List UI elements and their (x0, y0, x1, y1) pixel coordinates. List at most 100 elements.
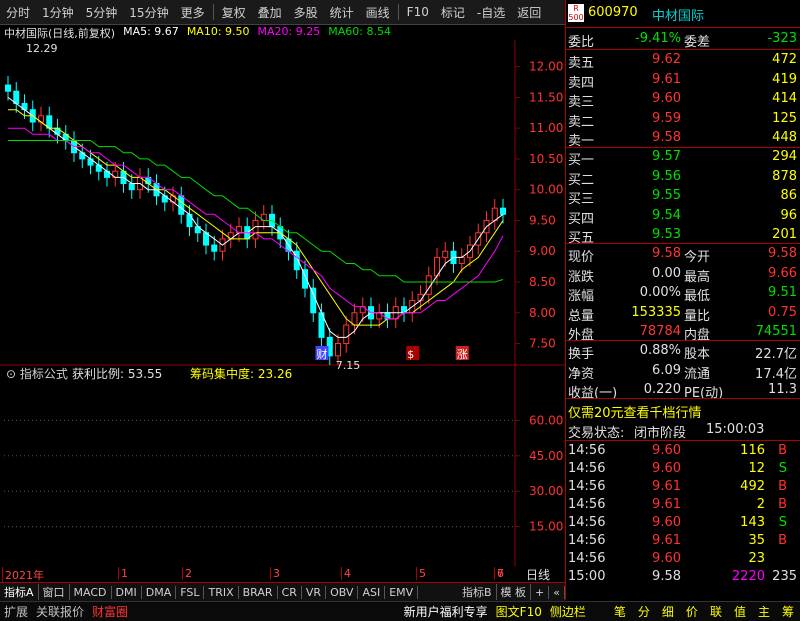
toolbar-button[interactable]: 15分钟 (123, 4, 174, 21)
bottom-tab[interactable]: 新用户福利专享 (400, 603, 492, 620)
ask-level-label: 卖五 (568, 56, 595, 71)
toolbar-button[interactable]: 叠加 (252, 4, 288, 21)
toolbar-button[interactable]: 画线 (360, 4, 396, 21)
ask-volume: 448 (772, 130, 797, 145)
bottom-tab[interactable]: 财富圈 (88, 603, 132, 620)
indicator-tab[interactable]: CR (278, 585, 302, 599)
tick-price: 9.60 (652, 461, 681, 476)
indicator-tab[interactable]: OBV (326, 585, 359, 599)
indicator-tab[interactable]: 指标A (0, 584, 39, 600)
y-tick-label: 11.50 (529, 90, 563, 104)
tick-time: 14:56 (568, 515, 606, 530)
high-price-label: 12.29 (26, 42, 58, 55)
indicator-tab[interactable]: TRIX (204, 585, 239, 599)
tick-volume: 23 (748, 551, 765, 566)
date-axis-label: 5 (416, 567, 426, 580)
indicator-tab[interactable]: DMI (112, 585, 142, 599)
bottom-tab[interactable]: 主 (752, 603, 776, 620)
level2-promo-link[interactable]: 仅需20元查看千档行情 (568, 402, 702, 421)
candle-body (458, 256, 465, 265)
toolbar-button[interactable]: 5分钟 (80, 4, 124, 21)
toolbar-button[interactable]: 标记 (435, 4, 471, 21)
stock-code: 600970 (588, 5, 638, 20)
bottom-tab[interactable]: 值 (728, 603, 752, 620)
indicator-tabs: 指标A 窗口 MACD DMI DMA FSL TRIX BRAR CR VR OBV ASI EMV 指… (0, 582, 565, 601)
bottom-tab[interactable]: 价 (680, 603, 704, 620)
indicator-tab[interactable]: 指标B (458, 584, 497, 600)
ask-price: 9.59 (652, 110, 681, 126)
quote-row: 14:56 9.61 492 B (566, 478, 800, 497)
kline-chart[interactable]: 12.00 11.50 11.00 10.50 10.00 9.50 9.00 8.50 8.0… (0, 40, 565, 567)
period-tab-daily[interactable]: 日线 (526, 566, 550, 583)
toolbar-button[interactable]: -自选 (471, 4, 511, 21)
event-marker[interactable]: $ (407, 348, 414, 361)
indicator-tab[interactable]: FSL (176, 585, 205, 599)
chart-background (0, 40, 565, 567)
toolbar-button[interactable]: F10 (401, 5, 435, 19)
tick-time: 14:56 (568, 497, 606, 512)
candle-body (335, 343, 341, 357)
y-tick-label: 10.50 (529, 152, 563, 166)
toolbar-button[interactable]: 返回 (511, 4, 547, 21)
bottom-tab[interactable]: 分 (632, 603, 656, 620)
candle-body (500, 207, 506, 215)
index-badge: R 500 (568, 4, 584, 22)
event-marker[interactable]: 涨 (457, 348, 468, 361)
toolbar-button[interactable]: 统计 (324, 4, 360, 21)
y-tick-label: 7.50 (529, 337, 556, 351)
bottom-tab[interactable]: 扩展 (0, 603, 32, 620)
bid-volume: 878 (772, 168, 797, 184)
toolbar-button[interactable]: 复权 (216, 4, 252, 21)
panel-divider (566, 243, 800, 244)
indicator-tab[interactable]: 窗口 (39, 584, 70, 600)
indicator-tab[interactable]: 模 板 (497, 584, 532, 600)
tick-price: 9.61 (652, 497, 681, 512)
tick-price: 9.60 (652, 551, 681, 566)
toolbar-separator (212, 4, 214, 20)
bottom-tab[interactable]: 关联报价 (32, 603, 88, 620)
bid-price: 9.54 (652, 207, 681, 223)
bottom-tab[interactable]: 侧边栏 (546, 603, 590, 620)
indicator-tab[interactable]: ASI (358, 585, 386, 599)
fundamental-label: 股本 (684, 347, 711, 362)
quote-row: 现价 9.58 今开 9.58 (566, 245, 800, 265)
ask-volume: 472 (772, 52, 797, 67)
indicator-tab[interactable]: MACD (70, 585, 112, 599)
fundamental-value: 11.3 (768, 382, 797, 397)
indicator-tab[interactable]: DMA (142, 585, 177, 599)
bottom-tab[interactable]: 细 (656, 603, 680, 620)
candle-body (343, 324, 350, 345)
tick-volume: 12 (748, 461, 765, 476)
date-axis: 2021年 1 2 3 4 5 6 7 (0, 567, 565, 583)
panel-divider (566, 27, 800, 28)
toolbar-button[interactable]: 1分钟 (36, 4, 80, 21)
indicator-title[interactable]: ⊙ 指标公式 (6, 366, 68, 381)
toolbar-button[interactable]: 分时 (0, 4, 36, 21)
indicator-tab[interactable]: VR (302, 585, 327, 599)
weicha-label: 委差 (684, 35, 711, 50)
toolbar-button[interactable]: 多股 (288, 4, 324, 21)
indicator-tab[interactable]: + (531, 585, 550, 599)
tick-direction: 235 (772, 569, 797, 584)
indicator-tab[interactable]: BRAR (239, 585, 278, 599)
quote-row: 换手 0.88% 股本 22.7亿 (566, 342, 800, 362)
event-marker[interactable]: 财 (317, 347, 328, 361)
bottom-tab[interactable]: 筹 (776, 603, 800, 620)
ask-price: 9.60 (652, 91, 681, 106)
candle-body (211, 244, 218, 252)
bottom-tab[interactable]: 联 (704, 603, 728, 620)
indicator-tab[interactable]: EMV (385, 585, 419, 599)
weibi-value: -9.41% (635, 31, 681, 46)
quote-row: 15:00 9.58 2220 235 (566, 568, 800, 587)
ma60-label: MA60: 8.54 (328, 25, 391, 38)
bottom-tab[interactable]: 笔 (608, 603, 632, 620)
fundamental-value: 6.09 (652, 362, 681, 378)
bid-level-label: 买三 (568, 192, 595, 207)
ask-volume: 419 (772, 71, 797, 87)
bottom-tab[interactable]: 图文F10 (492, 603, 546, 620)
stat-label: 今开 (684, 250, 711, 265)
toolbar-button[interactable]: 更多 (175, 4, 211, 21)
ma5-label: MA5: 9.67 (123, 25, 179, 38)
profit-ratio-label: 获利比例: 53.55 (72, 367, 162, 381)
indicator-tab[interactable]: « (549, 585, 565, 599)
